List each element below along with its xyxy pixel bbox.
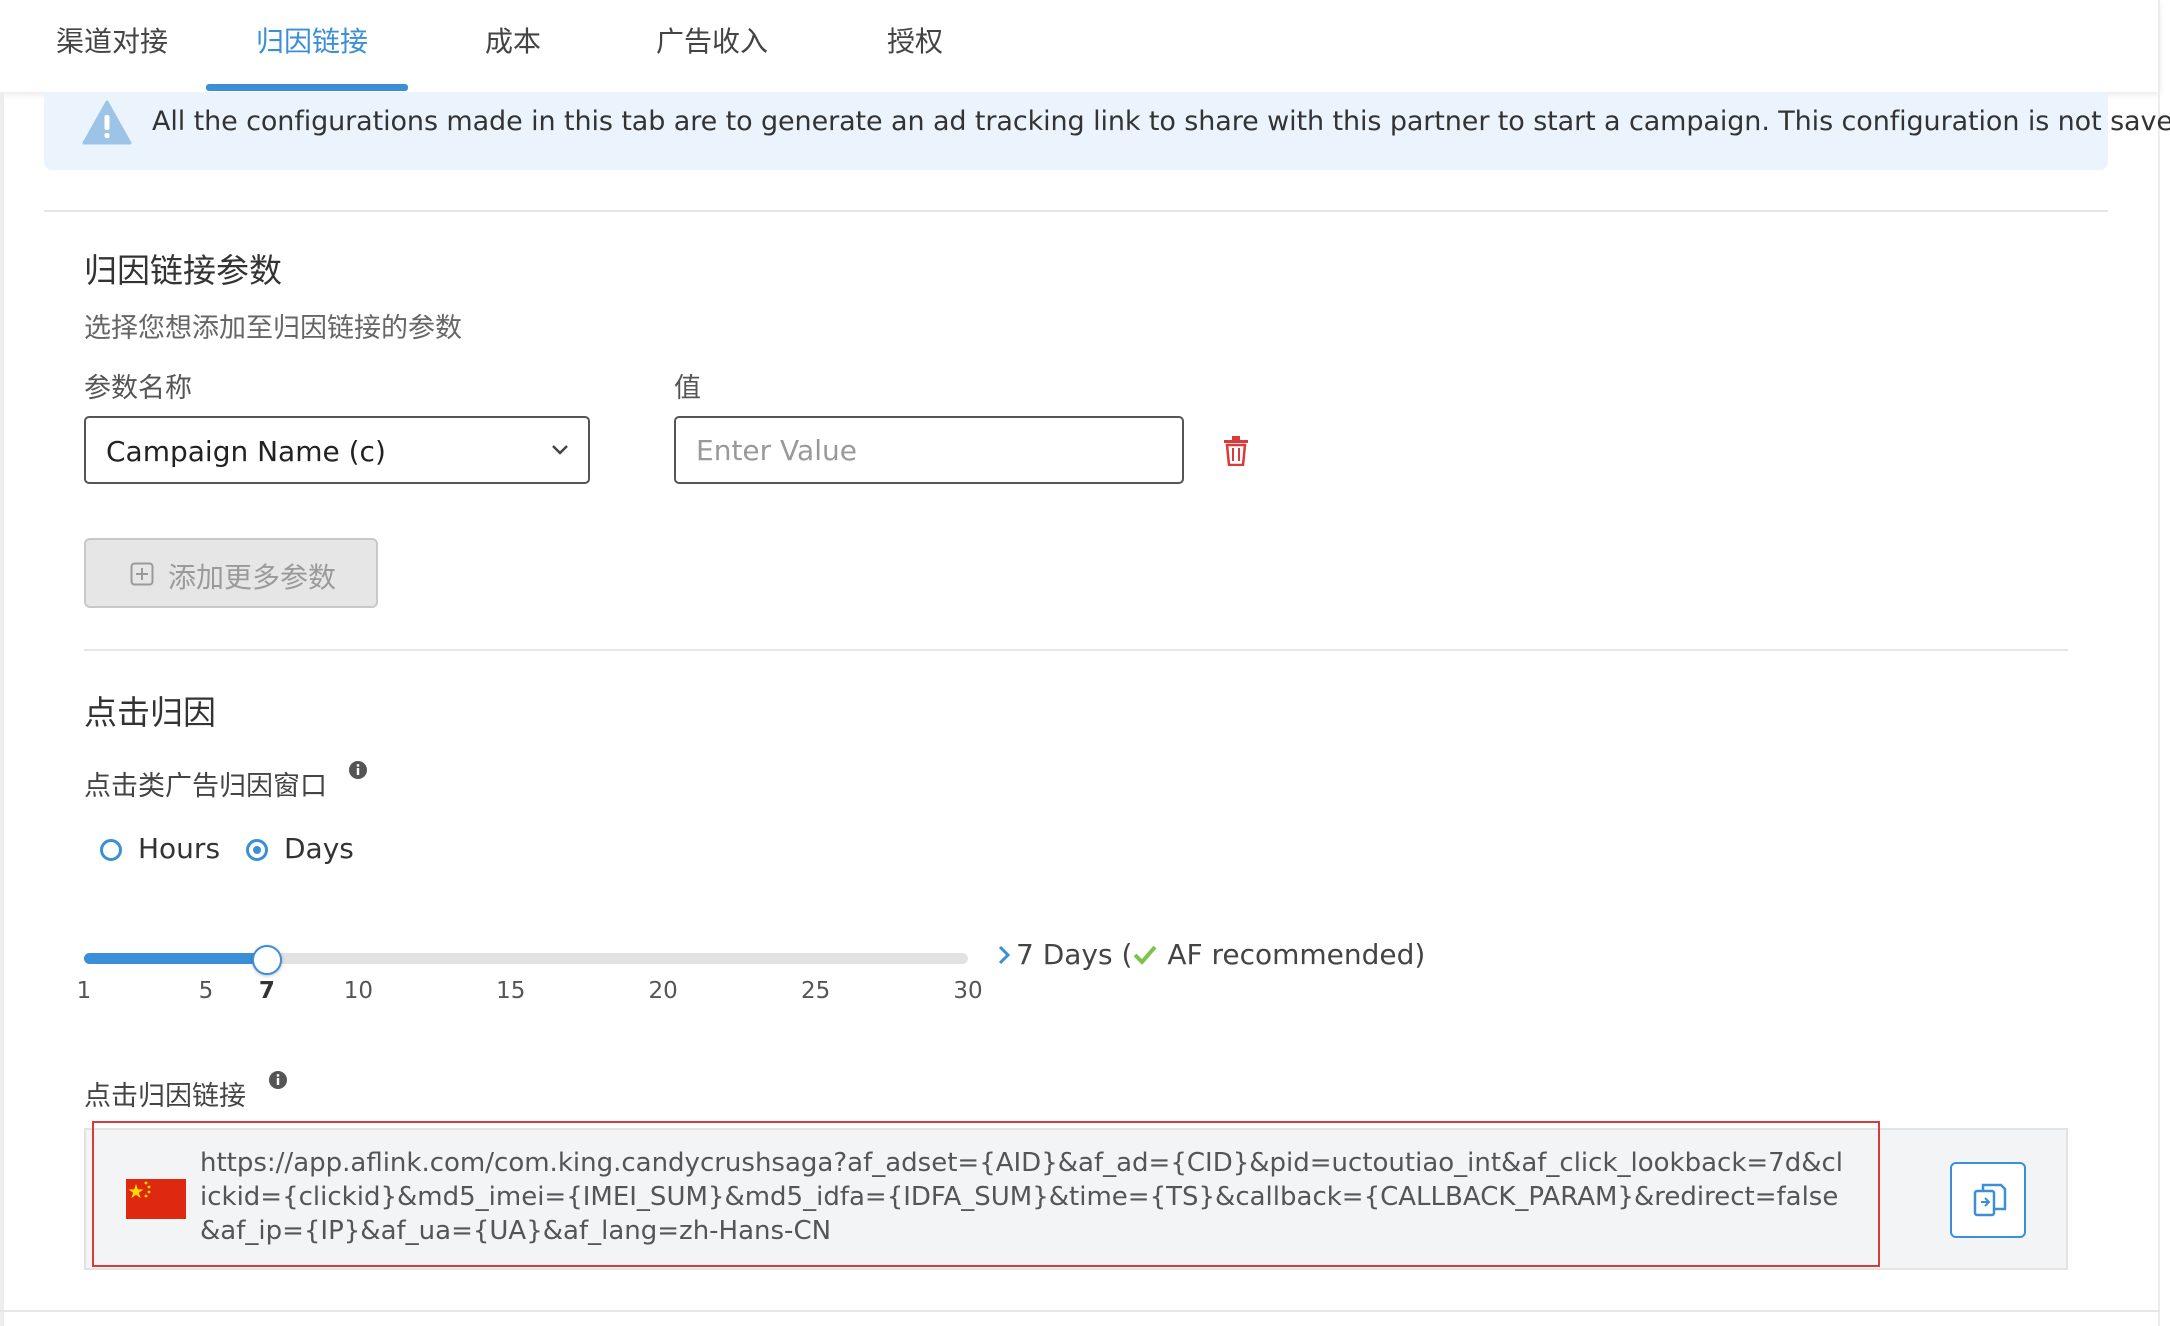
lookback-slider-thumb[interactable] bbox=[251, 945, 282, 975]
slider-tick-25: 25 bbox=[800, 978, 831, 1004]
tab-permissions[interactable]: 授权 bbox=[878, 18, 952, 72]
slider-tick-10: 10 bbox=[343, 978, 373, 1004]
slider-tick-20: 20 bbox=[648, 978, 678, 1004]
tab-ad-revenue[interactable]: 广告收入 bbox=[640, 18, 784, 72]
copy-link-button[interactable] bbox=[1950, 1162, 2026, 1238]
params-section-subtitle: 选择您想添加至归因链接的参数 bbox=[84, 313, 462, 344]
link-highlight-box bbox=[92, 1121, 1880, 1267]
param-value-input[interactable] bbox=[674, 416, 1184, 484]
radio-hours[interactable] bbox=[100, 839, 122, 861]
param-name-selected: Campaign Name (c) bbox=[106, 435, 386, 468]
radio-days-label: Days bbox=[284, 832, 354, 865]
chevron-down-icon bbox=[552, 445, 568, 455]
slider-tick-1: 1 bbox=[76, 978, 92, 1004]
info-icon[interactable] bbox=[268, 1070, 288, 1090]
warning-icon bbox=[82, 100, 132, 145]
slider-tick-30: 30 bbox=[953, 978, 983, 1004]
active-tab-indicator bbox=[206, 84, 408, 91]
integration-page: 渠道对接 归因链接 成本 广告收入 授权 All the configurati… bbox=[0, 0, 2170, 1326]
check-icon bbox=[1134, 945, 1157, 965]
info-icon[interactable] bbox=[348, 760, 368, 780]
divider bbox=[84, 649, 2068, 651]
click-section-title: 点击归因 bbox=[84, 693, 216, 732]
add-more-params-button[interactable]: 添加更多参数 bbox=[84, 538, 378, 608]
trash-icon[interactable] bbox=[1222, 436, 1250, 466]
click-link-label: 点击归因链接 bbox=[84, 1081, 246, 1112]
param-name-label: 参数名称 bbox=[84, 373, 192, 404]
radio-hours-label: Hours bbox=[138, 832, 221, 865]
tab-channel-integration[interactable]: 渠道对接 bbox=[40, 18, 184, 72]
slider-tick-5: 5 bbox=[198, 978, 214, 1004]
tab-attribution-link[interactable]: 归因链接 bbox=[240, 18, 384, 72]
slider-tick-15: 15 bbox=[496, 978, 526, 1004]
divider bbox=[44, 210, 2108, 212]
plus-square-icon bbox=[130, 562, 154, 586]
add-more-params-label: 添加更多参数 bbox=[168, 561, 337, 594]
copy-icon bbox=[1973, 1183, 2007, 1217]
param-value-label: 值 bbox=[674, 373, 701, 404]
click-window-label: 点击类广告归因窗口 bbox=[84, 771, 327, 802]
lookback-slider-fill bbox=[84, 953, 267, 964]
tab-cost[interactable]: 成本 bbox=[476, 18, 550, 72]
bottom-divider bbox=[0, 1310, 2160, 1312]
param-name-select[interactable]: Campaign Name (c) bbox=[84, 416, 590, 484]
lookback-recommendation: 7 Days ( AF recommended) bbox=[996, 938, 1425, 971]
tab-bar: 渠道对接 归因链接 成本 广告收入 授权 bbox=[0, 0, 2160, 92]
lookback-value-text: 7 Days ( bbox=[1016, 938, 1133, 971]
left-border bbox=[0, 92, 4, 1326]
slider-tick-7: 7 bbox=[258, 978, 275, 1004]
chevron-right-icon bbox=[998, 945, 1011, 965]
info-banner: All the configurations made in this tab … bbox=[44, 92, 2170, 170]
lookback-slider-track[interactable] bbox=[84, 953, 968, 964]
params-section-title: 归因链接参数 bbox=[84, 251, 282, 290]
af-recommended-note: AF recommended) bbox=[1158, 938, 1426, 971]
right-border bbox=[2158, 0, 2160, 1326]
banner-text: All the configurations made in this tab … bbox=[152, 106, 2170, 137]
radio-days[interactable] bbox=[246, 839, 268, 861]
